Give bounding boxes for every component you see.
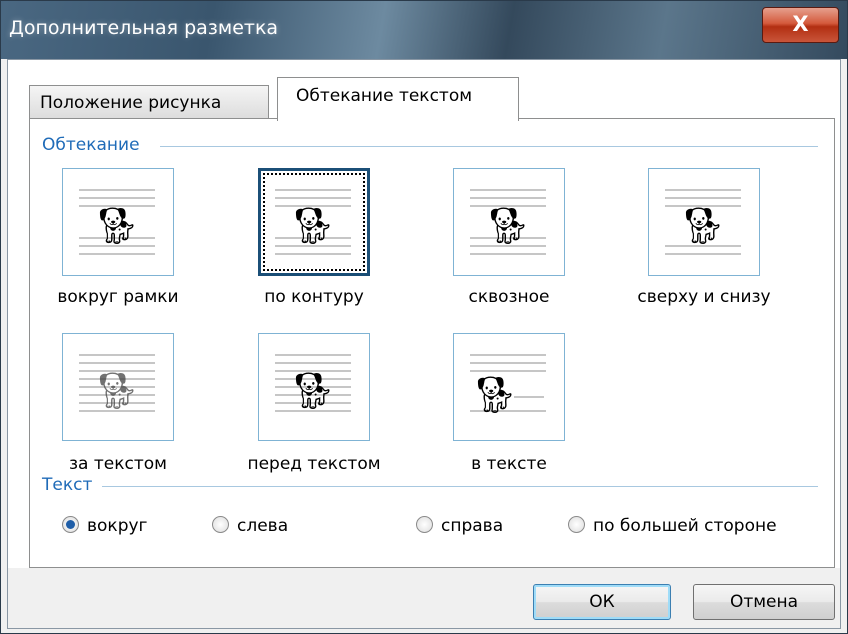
inline-with-text-icon: 🐕︎ xyxy=(472,375,518,416)
radio-left[interactable]: слева xyxy=(212,516,288,536)
radio-unchecked-icon xyxy=(568,516,585,533)
text-group-label: Текст xyxy=(42,475,103,495)
wrap-in-front-label: перед текстом xyxy=(247,454,381,474)
tab-label: Обтекание текстом xyxy=(296,86,473,106)
wrap-tight-label: по контуру xyxy=(264,287,364,307)
wrap-top-bottom-label: сверху и снизу xyxy=(637,287,771,307)
wrap-through-label: сквозное xyxy=(468,287,550,307)
top-bottom-wrap-icon: 🐕︎ xyxy=(680,206,726,247)
wrap-through-option[interactable]: 🐕︎ xyxy=(453,168,565,276)
radio-unchecked-icon xyxy=(416,516,433,533)
close-icon: X xyxy=(792,12,809,36)
wrap-behind-option[interactable]: 🐕︎ xyxy=(62,333,174,441)
radio-label: слева xyxy=(237,516,289,536)
radio-largest-side[interactable]: по большей стороне xyxy=(568,516,777,536)
wrap-top-bottom-option[interactable]: 🐕︎ xyxy=(648,168,760,276)
close-button[interactable]: X xyxy=(762,7,839,43)
wrapping-group-label: Обтекание xyxy=(42,135,150,155)
tab-strip: Положение рисунка Обтекание текстом xyxy=(19,77,839,121)
radio-checked-icon xyxy=(62,516,79,533)
window-title: Дополнительная разметка xyxy=(9,17,279,39)
group-divider xyxy=(160,146,818,147)
wrap-in-front-option[interactable]: 🐕︎ xyxy=(258,333,370,441)
wrap-tight-option[interactable]: 🐕︎ xyxy=(258,168,370,276)
in-front-of-text-icon: 🐕︎ xyxy=(290,371,336,412)
tab-text-wrapping[interactable]: Обтекание текстом xyxy=(277,77,519,121)
square-wrap-icon: 🐕︎ xyxy=(94,206,140,247)
tab-panel: Обтекание 🐕︎ вокруг рамки 🐕︎ по контуру … xyxy=(29,118,835,568)
radio-label: справа xyxy=(441,516,504,536)
behind-text-icon: 🐕︎ xyxy=(94,371,140,412)
radio-right[interactable]: справа xyxy=(416,516,503,536)
ok-button[interactable]: ОК xyxy=(533,584,671,620)
radio-label: по большей стороне xyxy=(593,516,777,536)
title-bar[interactable]: Дополнительная разметка X xyxy=(1,1,847,59)
tab-picture-position[interactable]: Положение рисунка xyxy=(29,85,269,119)
dialog-window: Дополнительная разметка X Положение рису… xyxy=(0,0,848,634)
radio-around[interactable]: вокруг xyxy=(62,516,147,536)
wrap-inline-option[interactable]: 🐕︎ xyxy=(453,333,565,441)
through-wrap-icon: 🐕︎ xyxy=(485,206,531,247)
radio-label: вокруг xyxy=(87,516,148,536)
tight-wrap-icon: 🐕︎ xyxy=(290,206,336,247)
wrap-inline-label: в тексте xyxy=(471,454,547,474)
radio-unchecked-icon xyxy=(212,516,229,533)
wrap-square-label: вокруг рамки xyxy=(57,287,179,307)
group-divider xyxy=(100,486,818,487)
tab-label: Положение рисунка xyxy=(40,93,222,113)
wrap-behind-label: за текстом xyxy=(69,454,167,474)
cancel-button[interactable]: Отмена xyxy=(693,584,835,620)
wrap-square-option[interactable]: 🐕︎ xyxy=(62,168,174,276)
